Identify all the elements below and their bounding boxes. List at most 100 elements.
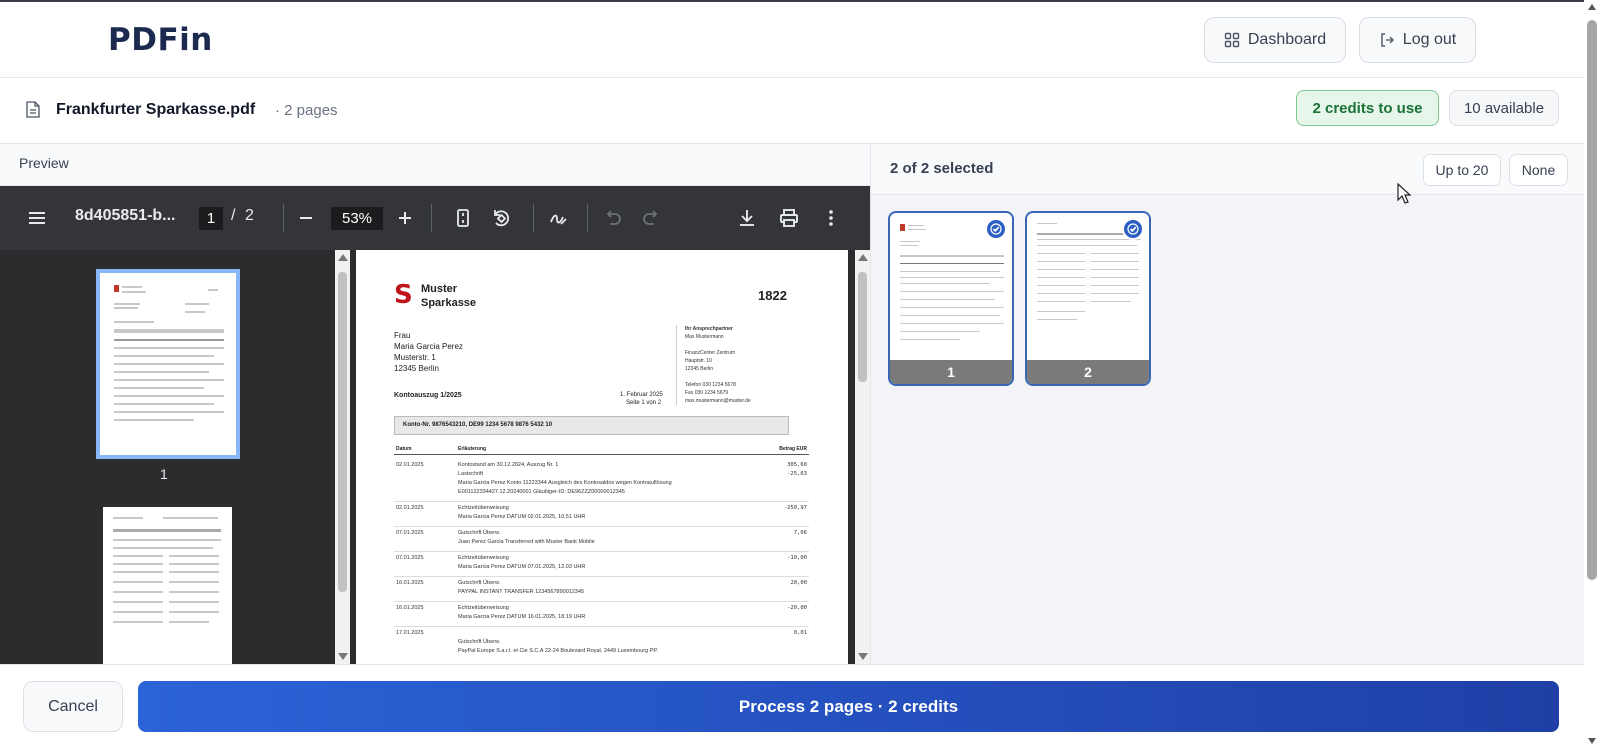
scroll-up-arrow[interactable] <box>338 254 348 261</box>
process-button[interactable]: Process 2 pages · 2 credits <box>138 681 1559 732</box>
selected-check-icon[interactable] <box>985 218 1007 240</box>
scroll-up-arrow[interactable] <box>858 254 868 261</box>
file-icon <box>26 101 40 118</box>
annotate-icon[interactable] <box>547 206 571 230</box>
credits-available-badge: 10 available <box>1449 90 1559 126</box>
thumbnail-scrollbar[interactable] <box>335 250 350 664</box>
selection-header: 2 of 2 selected Up to 20 None <box>871 144 1585 195</box>
transaction-description: Gutschrift Überw. <box>458 580 501 586</box>
transaction-date: 16.01.2025 <box>396 580 424 586</box>
toolbar-divider <box>533 204 534 232</box>
scroll-down-arrow[interactable] <box>858 653 868 660</box>
row-divider <box>394 526 809 527</box>
transaction-row: Maria Garcia Perez DATUM 02.01.2025, 10.… <box>394 514 809 523</box>
statement-title: Kontoauszug 1/2025 <box>394 392 462 399</box>
transaction-row: PayPal Europe S.a.r.l. et Cie S.C.A 22-2… <box>394 648 809 657</box>
scrollbar-thumb[interactable] <box>1587 20 1597 580</box>
page-card-1[interactable]: 1 <box>888 211 1014 386</box>
page-scrollbar[interactable] <box>1584 0 1600 748</box>
pdf-doc-title: 8d405851-b... <box>75 207 176 224</box>
logout-button[interactable]: Log out <box>1359 17 1476 63</box>
col-description: Erläuterung <box>458 446 487 452</box>
more-options-icon[interactable] <box>819 206 843 230</box>
cancel-button[interactable]: Cancel <box>23 681 123 732</box>
page-number-input[interactable]: 1 <box>199 207 223 230</box>
statement-date: 1. Februar 2025 <box>620 392 663 398</box>
pdf-thumbnail-page-1[interactable] <box>96 269 240 459</box>
scroll-down-arrow[interactable] <box>1588 738 1596 744</box>
scroll-up-arrow[interactable] <box>1588 4 1596 10</box>
app: PDFin Dashboard Log out Frankfurter Spar… <box>0 0 1600 748</box>
zoom-in-icon[interactable] <box>393 206 417 230</box>
transaction-description: Maria Garcia Perez Konto 11223344 Ausgle… <box>458 480 672 486</box>
transaction-description: Echtzeitüberweisung <box>458 555 509 561</box>
page-card-number: 2 <box>1027 360 1149 384</box>
transaction-row: 02.01.2025 Echtzeitüberweisung -250,97 <box>394 505 809 514</box>
row-divider <box>394 626 809 627</box>
print-icon[interactable] <box>777 206 801 230</box>
transaction-date: 02.01.2025 <box>396 505 424 511</box>
transaction-description: Maria Garcia Perez DATUM 07.01.2025, 12.… <box>458 564 586 570</box>
document-scrollbar[interactable] <box>855 250 870 664</box>
transaction-row: 16.01.2025 Echtzeitüberweisung -20,00 <box>394 605 809 614</box>
contact-line: Telefon 030 1234 5678 <box>685 382 736 388</box>
zoom-level[interactable]: 53% <box>331 207 383 230</box>
pdf-toolbar: 8d405851-b... 1 / 2 53% <box>0 186 870 250</box>
transaction-amount: 0,01 <box>793 630 807 636</box>
dashboard-label: Dashboard <box>1247 31 1327 48</box>
dashboard-button[interactable]: Dashboard <box>1204 17 1346 63</box>
col-date: Datum <box>396 446 412 452</box>
transaction-amount: 7,66 <box>793 530 807 536</box>
row-divider <box>394 501 809 502</box>
page-card-2[interactable]: 2 <box>1025 211 1151 386</box>
transaction-row: 17.01.2025 0,01 <box>394 630 809 639</box>
toolbar-divider <box>431 204 432 232</box>
scrollbar-thumb[interactable] <box>338 272 347 592</box>
page-separator: / <box>231 207 236 224</box>
undo-icon[interactable] <box>601 206 625 230</box>
transaction-description: Echtzeitüberweisung <box>458 505 509 511</box>
transaction-description: E001122334427.12.20240001 Gläubiger-ID: … <box>458 489 625 495</box>
file-info-bar: Frankfurter Sparkasse.pdf · 2 pages 2 cr… <box>0 78 1584 144</box>
transaction-row: Lastschrift -25,63 <box>394 471 809 480</box>
rotate-icon[interactable] <box>489 206 513 230</box>
toolbar-divider <box>283 204 284 232</box>
transaction-row: 02.01.2025 Kontostand am 30.12.2024, Ausz… <box>394 462 809 471</box>
selected-check-icon[interactable] <box>1122 218 1144 240</box>
transaction-row: E001122334427.12.20240001 Gläubiger-ID: … <box>394 489 809 498</box>
select-up-to-20-button[interactable]: Up to 20 <box>1423 154 1501 186</box>
redo-icon[interactable] <box>639 206 663 230</box>
transaction-date: 17.01.2025 <box>396 630 424 636</box>
pdf-thumbnail-page-2[interactable] <box>103 507 232 664</box>
preview-label: Preview <box>19 155 69 171</box>
credits-to-use-badge: 2 credits to use <box>1296 90 1439 126</box>
contact-line: Fax 030 1234 5679 <box>685 390 729 396</box>
transaction-description: Maria Garcia Perez DATUM 02.01.2025, 10.… <box>458 514 586 520</box>
menu-icon[interactable] <box>25 206 49 230</box>
top-bar: PDFin Dashboard Log out <box>0 0 1584 78</box>
scroll-down-arrow[interactable] <box>338 653 348 660</box>
download-icon[interactable] <box>735 206 759 230</box>
zoom-out-icon[interactable] <box>294 206 318 230</box>
page-card-preview <box>898 219 1004 359</box>
col-amount: Betrag EUR <box>779 446 807 452</box>
logo[interactable]: PDFin <box>108 22 213 58</box>
scrollbar-thumb[interactable] <box>858 272 867 382</box>
grid-icon <box>1224 32 1240 48</box>
logout-icon <box>1381 33 1394 47</box>
fit-page-icon[interactable] <box>451 206 475 230</box>
row-divider <box>394 576 809 577</box>
action-footer: Cancel Process 2 pages · 2 credits <box>0 664 1584 748</box>
transaction-date: 02.01.2025 <box>396 462 424 468</box>
transaction-row: 07.01.2025 Echtzeitüberweisung -10,00 <box>394 555 809 564</box>
pdf-document-area[interactable]: S Muster Sparkasse 1822 Frau Maria Garci… <box>350 250 855 664</box>
contact-line: 12345 Berlin <box>685 366 714 372</box>
select-none-button[interactable]: None <box>1509 154 1568 186</box>
row-divider <box>394 601 809 602</box>
transaction-row: Maria Garcia Perez DATUM 16.01.2025, 18.… <box>394 614 809 623</box>
transaction-description: Maria Garcia Perez DATUM 16.01.2025, 18.… <box>458 614 586 620</box>
page-card-preview <box>1035 219 1141 359</box>
address-line: Maria Garcia Perez <box>394 342 463 351</box>
bank-code: 1822 <box>758 288 787 303</box>
bank-name-line-1: Muster <box>421 283 458 295</box>
